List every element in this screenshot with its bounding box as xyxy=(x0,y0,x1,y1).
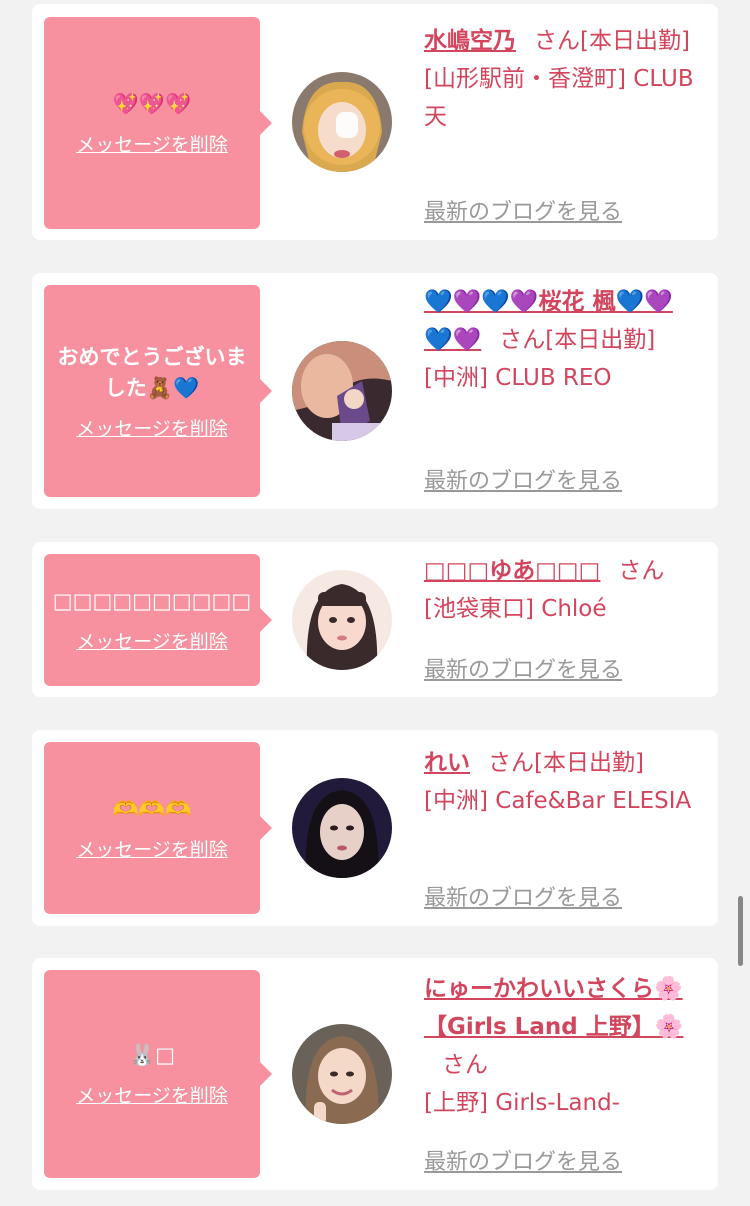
message-text: 🫶🫶🫶 xyxy=(112,797,192,821)
shop-location: [上野] Girls-Land- xyxy=(424,1090,620,1116)
message-text: □□□□□□□□□□ xyxy=(52,589,252,613)
message-bubble: □□□□□□□□□□ メッセージを削除 xyxy=(44,554,260,686)
honorific: さん xyxy=(534,28,580,54)
message-card: 🐰□ メッセージを削除 にゅーかわいいさくら🌸【Girls Land 上野】🌸 さ… xyxy=(32,958,718,1190)
girl-info: 💙💜💙💜桜花 楓💙💜💙💜 さん[本日出勤] [中洲] CLUB REO xyxy=(424,283,694,397)
girl-info: にゅーかわいいさくら🌸【Girls Land 上野】🌸 さん [上野] Girls… xyxy=(424,970,694,1122)
delete-message-link[interactable]: メッセージを削除 xyxy=(76,835,228,862)
latest-blog-link[interactable]: 最新のブログを見る xyxy=(424,1144,622,1176)
avatar[interactable] xyxy=(292,341,392,441)
avatar[interactable] xyxy=(292,778,392,878)
latest-blog-link[interactable]: 最新のブログを見る xyxy=(424,652,622,684)
message-text: おめでとうございました🧸💙 xyxy=(57,344,247,400)
message-bubble: 🐰□ メッセージを削除 xyxy=(44,970,260,1178)
latest-blog-link[interactable]: 最新のブログを見る xyxy=(424,194,622,226)
honorific: さん xyxy=(442,1052,488,1078)
delete-message-link[interactable]: メッセージを削除 xyxy=(76,130,228,157)
status-text: [本日出勤] xyxy=(534,750,644,776)
avatar[interactable] xyxy=(292,1024,392,1124)
delete-message-link[interactable]: メッセージを削除 xyxy=(76,627,228,654)
girl-info: れい さん[本日出勤] [中洲] Cafe&Bar ELESIA xyxy=(424,744,694,820)
message-text: 🐰□ xyxy=(129,1043,175,1067)
shop-location: [池袋東口] Chloé xyxy=(424,596,607,622)
scrollbar[interactable] xyxy=(738,896,743,966)
status-text: [本日出勤] xyxy=(545,327,656,353)
avatar[interactable] xyxy=(292,72,392,172)
message-bubble: おめでとうございました🧸💙 メッセージを削除 xyxy=(44,285,260,497)
message-card: おめでとうございました🧸💙 メッセージを削除 💙💜💙💜桜花 楓💙💜💙💜 さん[本日… xyxy=(32,273,718,509)
latest-blog-link[interactable]: 最新のブログを見る xyxy=(424,880,622,912)
shop-location: [中洲] CLUB REO xyxy=(424,365,612,391)
shop-location: [中洲] Cafe&Bar ELESIA xyxy=(424,788,692,814)
girl-info: 水嶋空乃 さん[本日出勤] [山形駅前・香澄町] CLUB 天 xyxy=(424,22,694,136)
delete-message-link[interactable]: メッセージを削除 xyxy=(76,1081,228,1108)
girl-name-link[interactable]: 水嶋空乃 xyxy=(424,28,516,54)
message-text: 💖💖💖 xyxy=(112,92,192,116)
message-card: 🫶🫶🫶 メッセージを削除 れい さん[本日出勤] [中洲] Cafe&Bar EL… xyxy=(32,730,718,926)
status-text: [本日出勤] xyxy=(580,28,690,54)
avatar[interactable] xyxy=(292,570,392,670)
girl-name-link[interactable]: れい xyxy=(424,750,470,776)
message-bubble: 🫶🫶🫶 メッセージを削除 xyxy=(44,742,260,914)
message-card: □□□□□□□□□□ メッセージを削除 □□□ゆあ□□□ さん [池袋東口] Ch… xyxy=(32,542,718,697)
message-card: 💖💖💖 メッセージを削除 水嶋空乃 さん[本日出勤] [山形駅前・香澄町] CLU… xyxy=(32,4,718,240)
honorific: さん xyxy=(488,750,534,776)
latest-blog-link[interactable]: 最新のブログを見る xyxy=(424,463,622,495)
girl-info: □□□ゆあ□□□ さん [池袋東口] Chloé xyxy=(424,552,694,628)
shop-location: [山形駅前・香澄町] CLUB 天 xyxy=(424,66,694,130)
honorific: さん xyxy=(618,558,665,584)
girl-name-link[interactable]: □□□ゆあ□□□ xyxy=(424,558,600,584)
honorific: さん xyxy=(499,327,546,353)
message-bubble: 💖💖💖 メッセージを削除 xyxy=(44,17,260,229)
delete-message-link[interactable]: メッセージを削除 xyxy=(76,414,228,441)
girl-name-link[interactable]: にゅーかわいいさくら🌸【Girls Land 上野】🌸 xyxy=(424,976,683,1040)
